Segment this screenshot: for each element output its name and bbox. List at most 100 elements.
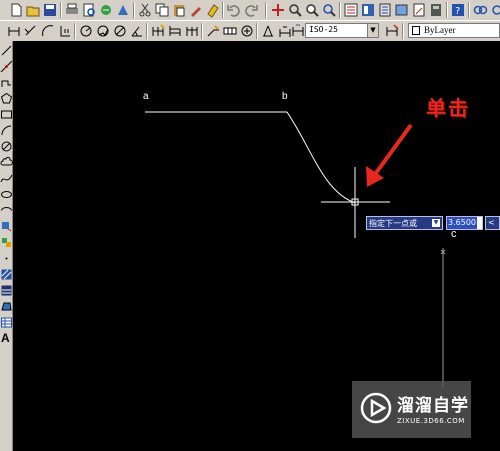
arc-length-icon[interactable] [40,23,56,39]
dimension-update-icon[interactable] [290,23,306,39]
toolbar-separator [446,2,448,18]
new-file-icon[interactable] [8,2,24,18]
block-editor-icon[interactable] [205,2,221,18]
tool-palettes-icon[interactable] [377,2,393,18]
gradient-tool-icon[interactable] [0,284,13,297]
toolbar-separator [402,23,404,39]
construction-line-icon[interactable] [0,60,13,73]
play-logo-icon [360,392,392,424]
publish-icon[interactable] [98,2,114,18]
point-tool-icon[interactable] [0,252,13,265]
workspace-settings-icon[interactable] [489,2,500,18]
spline-tool-icon[interactable] [0,172,13,185]
properties-icon[interactable] [343,2,359,18]
quick-calc-icon[interactable] [428,2,444,18]
toolbar-separator [146,23,148,39]
redo-icon[interactable] [243,2,259,18]
print-icon[interactable] [64,2,80,18]
polyline-tool-icon[interactable] [0,76,13,89]
help-icon[interactable]: ? [450,2,466,18]
dimension-edit-icon[interactable] [260,23,276,39]
dynamic-input-prompt[interactable]: 指定下一点或 ▼ [366,216,443,230]
linear-dimension-icon[interactable] [6,23,22,39]
point-label-a: a [143,91,149,102]
watermark: 溜溜自学 ZIXUE.3D66.COM [352,381,471,438]
angular-dimension-icon[interactable] [129,23,145,39]
dimension-style-icon[interactable] [384,23,400,39]
zoom-previous-icon[interactable] [321,2,337,18]
distance-value: 3.6500 [447,217,477,229]
continue-dimension-icon[interactable] [184,23,200,39]
radius-dimension-icon[interactable] [78,23,94,39]
markup-set-manager-icon[interactable] [411,2,427,18]
polygon-tool-icon[interactable] [0,92,13,105]
3d-publish-icon[interactable] [115,2,131,18]
sheet-set-manager-icon[interactable] [394,2,410,18]
match-properties-icon[interactable] [188,2,204,18]
ellipse-tool-icon[interactable] [0,188,13,201]
color-control-value: ByLayer [424,25,456,35]
chevron-down-icon[interactable]: ▼ [367,24,378,37]
hatch-tool-icon[interactable] [0,268,13,281]
standard-toolbar: ? [0,0,500,21]
toolbar-separator [133,2,135,18]
make-block-icon[interactable] [0,236,13,249]
arrow-icon [371,123,413,179]
toolbar-separator [339,2,341,18]
line-tool-icon[interactable] [0,44,13,57]
tolerance-icon[interactable] [222,23,238,39]
paste-icon[interactable] [171,2,187,18]
click-annotation: 单击 [426,96,470,120]
table-tool-icon[interactable] [0,316,13,329]
revision-cloud-icon[interactable] [0,156,13,169]
circle-tool-icon[interactable] [0,140,13,153]
svg-text:?: ? [455,6,460,17]
watermark-url: ZIXUE.3D66.COM [397,417,465,425]
region-tool-icon[interactable] [0,300,13,313]
center-mark-icon[interactable] [239,23,255,39]
prompt-text: 指定下一点或 [369,219,417,228]
print-preview-icon[interactable] [81,2,97,18]
angle-input[interactable]: < [485,216,500,230]
design-center-icon[interactable] [360,2,376,18]
distance-input[interactable]: 3.6500 [446,216,483,230]
cad-window: ? ISO-25 ▼ ByLayer A a b c 单击 指定下一点或 ▼ 3… [0,0,500,451]
quick-dimension-icon[interactable] [150,23,166,39]
toolbar-separator [265,2,267,18]
point-label-b: b [282,91,288,102]
insert-block-icon[interactable] [0,220,13,233]
color-swatch [412,26,420,35]
toolbar-separator [468,2,470,18]
down-arrow-icon[interactable]: ▼ [432,219,440,227]
dimension-style-dropdown[interactable]: ISO-25 ▼ [305,23,379,38]
arrow-head-icon [366,166,384,187]
draw-toolbar: A [0,41,13,451]
copy-icon[interactable] [154,2,170,18]
ellipse-arc-icon[interactable] [0,204,13,217]
dimension-style-value: ISO-25 [309,25,338,34]
cut-icon[interactable] [137,2,153,18]
arc-tool-icon[interactable] [0,124,13,137]
aligned-dimension-icon[interactable] [23,23,39,39]
rectangle-tool-icon[interactable] [0,108,13,121]
toolbar-separator [74,23,76,39]
save-icon[interactable] [42,2,58,18]
multiline-text-tool[interactable]: A [1,331,10,345]
ordinate-dimension-icon[interactable] [57,23,73,39]
color-control-dropdown[interactable]: ByLayer [408,23,500,38]
toolbar-separator [256,23,258,39]
jogged-dimension-icon[interactable] [95,23,111,39]
angle-prefix: < [488,218,495,227]
toolbar-separator [201,23,203,39]
workspace-icon[interactable] [472,2,488,18]
open-file-icon[interactable] [25,2,41,18]
zoom-window-icon[interactable] [304,2,320,18]
zoom-realtime-icon[interactable] [287,2,303,18]
diameter-dimension-icon[interactable] [112,23,128,39]
baseline-dimension-icon[interactable] [167,23,183,39]
curve-segment[interactable] [286,111,356,204]
quick-leader-icon[interactable] [205,23,221,39]
pan-realtime-icon[interactable] [270,2,286,18]
undo-icon[interactable] [226,2,242,18]
dimension-toolbar: ISO-25 ▼ ByLayer [0,20,500,42]
